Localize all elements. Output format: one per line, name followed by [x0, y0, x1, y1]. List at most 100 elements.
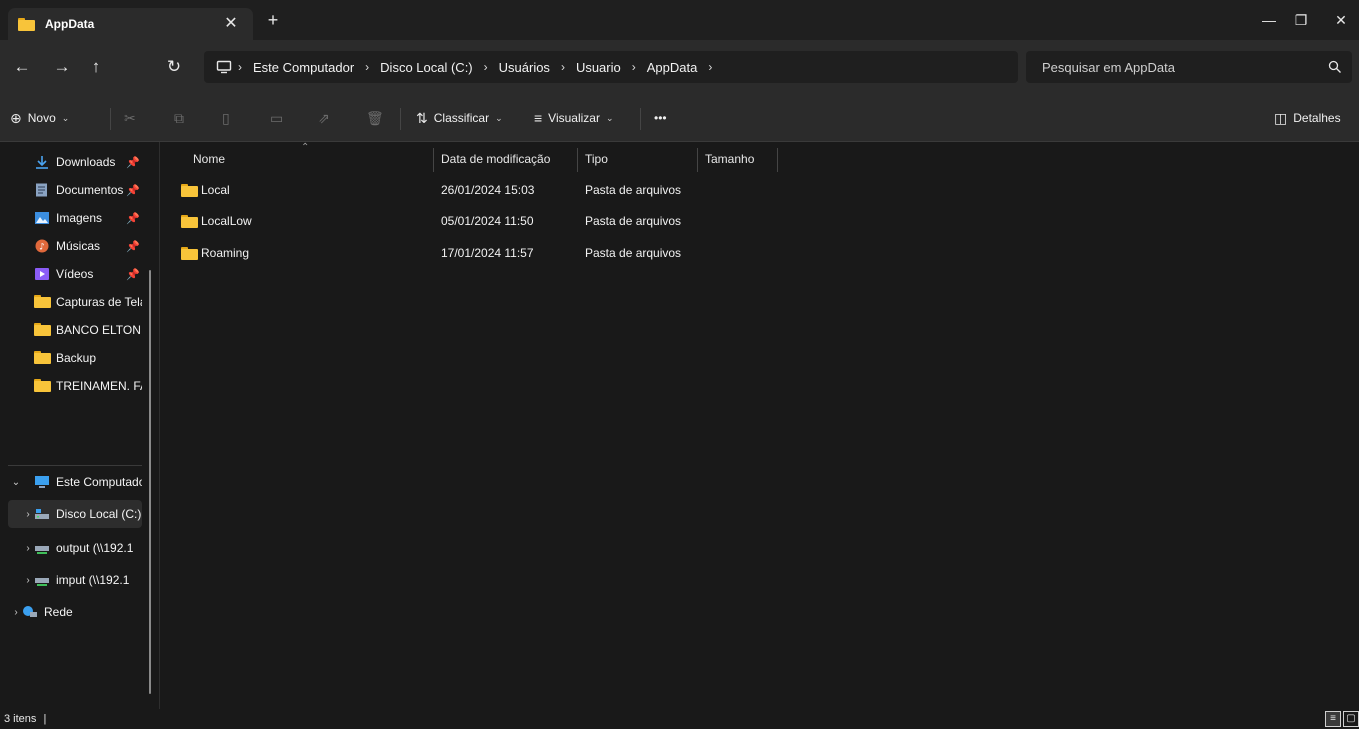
folder-icon	[34, 323, 51, 336]
more-options-button[interactable]: •••	[654, 106, 667, 130]
view-button[interactable]: ≡ Visualizar ⌄	[534, 106, 614, 130]
breadcrumb-usuario[interactable]: Usuario	[576, 60, 621, 75]
details-button[interactable]: ◫ Detalhes	[1274, 106, 1341, 130]
tree-item-imput[interactable]: › imput (\\192.1	[8, 566, 142, 594]
chevron-down-icon: ⌄	[495, 112, 503, 123]
navigation-bar: ← → ↑ ↻ › Este Computador › Disco Local …	[0, 40, 1359, 94]
scissors-icon: ✂	[124, 109, 136, 126]
computer-icon	[35, 476, 49, 488]
search-input[interactable]: Pesquisar em AppData	[1026, 51, 1352, 83]
chevron-right-icon[interactable]: ›	[22, 509, 34, 520]
copy-button[interactable]: ⧉	[174, 106, 190, 130]
cut-button[interactable]: ✂	[124, 106, 142, 130]
column-divider[interactable]	[697, 148, 698, 172]
back-button[interactable]: ←	[8, 53, 36, 81]
navigation-pane: Downloads 📌 Documentos 📌 Imagens 📌 ♪ Mús…	[0, 142, 160, 709]
chevron-down-icon[interactable]: ⌄	[10, 477, 22, 488]
delete-button[interactable]: 🗑	[366, 106, 390, 130]
column-divider[interactable]	[433, 148, 434, 172]
chevron-down-icon: ⌄	[61, 112, 70, 123]
sidebar-item-label: Imagens	[56, 211, 103, 225]
tree-item-output[interactable]: › output (\\192.1	[8, 534, 142, 562]
table-row[interactable]: Local 26/01/2024 15:03 Pasta de arquivos	[171, 176, 691, 204]
chevron-right-icon[interactable]: ›	[22, 575, 34, 586]
details-label: Detalhes	[1293, 111, 1341, 125]
file-name: LocalLow	[201, 214, 252, 228]
breadcrumb-separator[interactable]: ›	[365, 60, 369, 74]
breadcrumb-este-computador[interactable]: Este Computador	[253, 60, 354, 75]
share-button[interactable]: ⇗	[318, 106, 336, 130]
rename-icon: ▭	[270, 109, 284, 126]
breadcrumb-separator[interactable]: ›	[708, 60, 712, 74]
folder-icon	[34, 379, 51, 392]
tree-item-disco-local[interactable]: › Disco Local (C:)	[8, 500, 142, 528]
rename-button[interactable]: ▭	[270, 106, 289, 130]
search-icon[interactable]	[1328, 60, 1342, 74]
table-row[interactable]: Roaming 17/01/2024 11:57 Pasta de arquiv…	[171, 239, 691, 267]
breadcrumb-appdata[interactable]: AppData	[647, 60, 698, 75]
sidebar-item-label: Vídeos	[56, 267, 94, 281]
chevron-right-icon[interactable]: ›	[22, 543, 34, 554]
sidebar-item-documentos[interactable]: Documentos 📌	[8, 176, 142, 204]
sidebar-item-capturas[interactable]: Capturas de Tela	[8, 288, 142, 316]
column-divider[interactable]	[577, 148, 578, 172]
tree-item-rede[interactable]: › Rede	[8, 598, 142, 626]
column-header-size[interactable]: Tamanho	[701, 146, 777, 172]
up-button[interactable]: ↑	[82, 53, 110, 81]
tiles-view-icon[interactable]: ▢	[1343, 711, 1359, 727]
paste-icon: ▯	[222, 109, 230, 126]
network-icon	[23, 606, 37, 617]
sidebar-item-musicas[interactable]: ♪ Músicas 📌	[8, 232, 142, 260]
sidebar-item-downloads[interactable]: Downloads 📌	[8, 148, 142, 176]
pin-icon: 📌	[126, 268, 140, 281]
new-button[interactable]: ⊕ Novo ⌄	[10, 106, 69, 130]
modified-cell: 26/01/2024 15:03	[441, 183, 535, 197]
sidebar-item-backup[interactable]: Backup	[8, 344, 142, 372]
pin-icon: 📌	[126, 212, 140, 225]
file-name: Local	[201, 183, 230, 197]
table-row[interactable]: LocalLow 05/01/2024 11:50 Pasta de arqui…	[171, 207, 691, 235]
breadcrumb-usuarios[interactable]: Usuários	[499, 60, 550, 75]
sidebar-item-banco-elton[interactable]: BANCO ELTON (	[8, 316, 142, 344]
sort-ascending-icon: ⌃	[301, 142, 310, 153]
sidebar-item-treinamen[interactable]: TREINAMEN. FA	[8, 372, 142, 400]
new-tab-button[interactable]: +	[262, 10, 284, 32]
folder-icon	[181, 183, 198, 197]
address-bar[interactable]: › Este Computador › Disco Local (C:) › U…	[204, 51, 1018, 83]
sort-button[interactable]: ⇅ Classificar ⌄	[416, 106, 503, 130]
tree-item-este-computador[interactable]: ⌄ Este Computador	[8, 468, 142, 496]
sidebar-item-label: Capturas de Tela	[56, 295, 142, 309]
details-view-icon[interactable]: ≡	[1325, 711, 1341, 727]
forward-button[interactable]: →	[48, 53, 76, 81]
sidebar-scrollbar[interactable]	[149, 270, 151, 694]
breadcrumb-disco-local[interactable]: Disco Local (C:)	[380, 60, 472, 75]
sidebar-item-videos[interactable]: Vídeos 📌	[8, 260, 142, 288]
minimize-button[interactable]: —	[1254, 10, 1284, 30]
new-label: Novo	[27, 111, 56, 125]
folder-icon	[18, 17, 35, 31]
breadcrumb-separator[interactable]: ›	[632, 60, 636, 74]
image-icon	[35, 212, 49, 224]
column-divider[interactable]	[777, 148, 778, 172]
sidebar-item-imagens[interactable]: Imagens 📌	[8, 204, 142, 232]
close-window-button[interactable]: ✕	[1326, 10, 1356, 30]
music-icon: ♪	[35, 239, 49, 253]
column-header-type[interactable]: Tipo	[581, 146, 697, 172]
chevron-right-icon[interactable]: ›	[10, 607, 22, 618]
document-icon	[36, 183, 47, 197]
tab-appdata[interactable]: AppData ✕	[8, 8, 253, 40]
paste-button[interactable]: ▯	[222, 106, 236, 130]
breadcrumb-separator[interactable]: ›	[484, 60, 488, 74]
column-header-date[interactable]: Data de modificação	[437, 146, 577, 172]
close-tab-icon[interactable]: ✕	[221, 14, 241, 34]
divider	[640, 108, 641, 130]
folder-icon	[181, 214, 198, 228]
column-headers: Nome ⌃ Data de modificação Tipo Tamanho	[161, 142, 1359, 172]
refresh-button[interactable]: ↻	[160, 53, 188, 81]
folder-icon	[181, 246, 198, 260]
pin-icon: 📌	[126, 156, 140, 169]
breadcrumb-separator[interactable]: ›	[561, 60, 565, 74]
status-separator: |	[43, 713, 47, 725]
file-name-cell: LocalLow	[181, 207, 252, 235]
restore-button[interactable]: ❐	[1286, 10, 1316, 30]
